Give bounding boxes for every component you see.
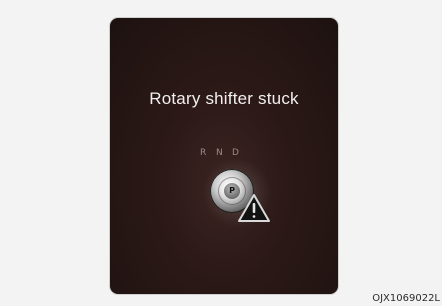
- figure-code: OJX1069022L: [372, 293, 440, 304]
- gear-label-r: R: [200, 148, 207, 158]
- gear-label-n: N: [216, 148, 223, 158]
- gear-label-d: D: [232, 148, 239, 158]
- display-panel: Rotary shifter stuck R N D P: [110, 18, 338, 294]
- warning-message: Rotary shifter stuck: [149, 89, 299, 108]
- warning-triangle-icon: [238, 194, 270, 222]
